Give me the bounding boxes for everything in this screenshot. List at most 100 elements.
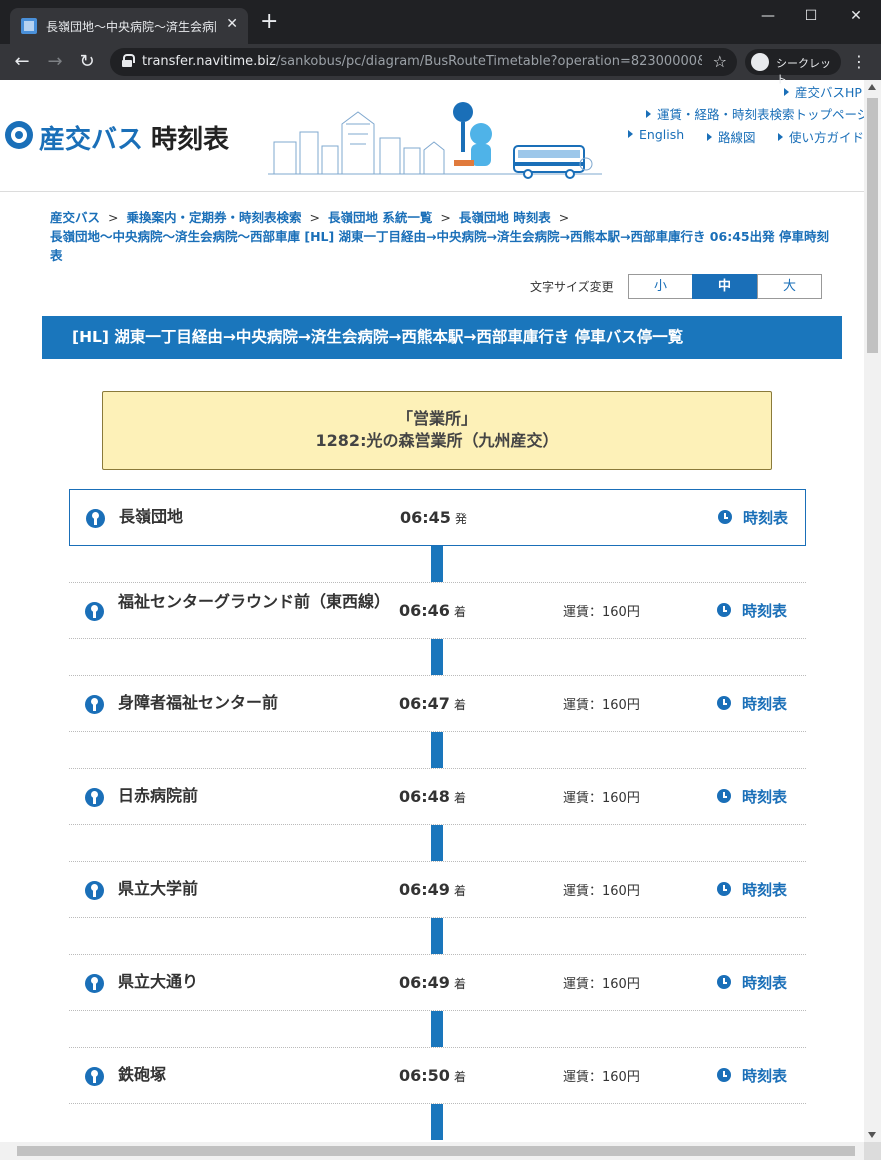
bus-stop-info-icon[interactable] <box>85 695 104 714</box>
stop-fare: 運賃：160円 <box>563 1070 640 1085</box>
site-favicon-icon <box>21 18 37 34</box>
browser-titlebar: 長嶺団地〜中央病院〜済生会病院 ✕ + — ☐ ✕ <box>0 0 881 44</box>
route-connector <box>431 825 443 861</box>
sanko-logo-icon <box>5 121 33 149</box>
breadcrumb-separator-icon: > <box>309 210 320 225</box>
stop-fare: 運賃：160円 <box>563 605 640 620</box>
font-size-medium-button[interactable]: 中 <box>692 274 757 299</box>
bus-stop-info-icon[interactable] <box>85 788 104 807</box>
stop-row: 県立大通り 06:49 着 運賃：160円 時刻表 <box>69 954 806 1011</box>
bookmark-star-icon[interactable]: ☆ <box>713 52 727 71</box>
font-size-switch: 文字サイズ変更 小 中 大 <box>530 274 822 300</box>
stop-name[interactable]: 県立大通り <box>118 972 388 992</box>
header-links: 産交バスHP 運賃・経路・時刻表検索トップページ English 路線図 使い方… <box>600 82 864 162</box>
clock-icon <box>717 975 731 989</box>
clock-icon <box>717 603 731 617</box>
back-arrow-icon[interactable]: ← <box>10 50 34 74</box>
bus-stop-info-icon[interactable] <box>85 602 104 621</box>
breadcrumb-current: 長嶺団地〜中央病院〜済生会病院〜西部車庫 [HL] 湖東一丁目経由→中央病院→済… <box>50 229 829 263</box>
stop-row: 福祉センターグラウンド前（東西線） 06:46 着 運賃：160円 時刻表 <box>69 582 806 639</box>
link-guide[interactable]: 使い方ガイド <box>778 127 864 146</box>
font-size-small-button[interactable]: 小 <box>628 274 693 299</box>
stop-row: 長嶺団地 06:45 発 時刻表 <box>69 489 806 546</box>
stop-time: 06:46 着 <box>399 601 466 620</box>
browser-toolbar: ← → ↻ transfer.navitime.biz/sankobus/pc/… <box>0 44 881 86</box>
route-connector <box>431 639 443 675</box>
browser-tab[interactable]: 長嶺団地〜中央病院〜済生会病院 ✕ <box>10 8 248 44</box>
breadcrumb-item-search[interactable]: 乗換案内・定期券・時刻表検索 <box>127 210 302 225</box>
bus-stop-info-icon[interactable] <box>85 974 104 993</box>
link-sanko-hp[interactable]: 産交バスHP <box>784 82 862 101</box>
reload-icon[interactable]: ↻ <box>75 50 99 74</box>
browser-menu-icon[interactable]: ⋮ <box>851 50 867 74</box>
stop-row: 身障者福祉センター前 06:47 着 運賃：160円 時刻表 <box>69 675 806 732</box>
bus-stop-info-icon[interactable] <box>85 881 104 900</box>
incognito-indicator[interactable]: シークレット <box>745 49 841 86</box>
stop-name[interactable]: 長嶺団地 <box>119 507 389 527</box>
minimize-icon[interactable]: — <box>758 6 778 26</box>
stop-fare: 運賃：160円 <box>563 977 640 992</box>
breadcrumb-item-sanko[interactable]: 産交バス <box>50 210 100 225</box>
vertical-scrollbar[interactable] <box>864 80 881 1142</box>
breadcrumb-separator-icon: > <box>440 210 451 225</box>
clock-icon <box>717 789 731 803</box>
route-heading: [HL] 湖東一丁目経由→中央病院→済生会病院→西熊本駅→西部車庫行き 停車バス… <box>42 316 842 359</box>
stop-name[interactable]: 日赤病院前 <box>118 786 388 806</box>
office-name: 1282:光の森営業所（九州産交） <box>315 431 559 450</box>
stop-row: 日赤病院前 06:48 着 運賃：160円 時刻表 <box>69 768 806 825</box>
breadcrumb-separator-icon: > <box>108 210 119 225</box>
address-bar[interactable]: transfer.navitime.biz/sankobus/pc/diagra… <box>110 48 737 76</box>
bus-stop-info-icon[interactable] <box>85 1067 104 1086</box>
stop-time: 06:49 着 <box>399 880 466 899</box>
stop-time: 06:45 発 <box>400 508 467 527</box>
city-bus-illustration <box>268 102 602 179</box>
stop-name[interactable]: 鉄砲塚 <box>118 1065 388 1085</box>
vertical-scroll-thumb[interactable] <box>867 98 878 353</box>
stop-fare: 運賃：160円 <box>563 791 640 806</box>
stop-list: 長嶺団地 06:45 発 時刻表 福祉センターグラウンド前（東西線） 06:46 着… <box>69 489 806 1142</box>
link-search-top[interactable]: 運賃・経路・時刻表検索トップページ <box>646 104 864 123</box>
stop-fare: 運賃：160円 <box>563 698 640 713</box>
window-close-icon[interactable]: ✕ <box>846 6 866 26</box>
clock-icon <box>717 882 731 896</box>
horizontal-scrollbar[interactable] <box>0 1142 864 1160</box>
maximize-icon[interactable]: ☐ <box>801 6 821 26</box>
page-viewport: 産交バス 時刻表 産交バスHP 運賃・経路・時刻表検索トップページ Englis… <box>0 80 881 1160</box>
scroll-up-arrow-icon[interactable] <box>868 84 876 90</box>
logo-suffix-text: 時刻表 <box>151 125 230 155</box>
breadcrumb-item-timetable[interactable]: 長嶺団地 時刻表 <box>459 210 551 225</box>
logo-brand-text: 産交バス <box>39 125 144 155</box>
stop-time: 06:48 着 <box>399 787 466 806</box>
font-size-large-button[interactable]: 大 <box>757 274 822 299</box>
breadcrumb-item-route-list[interactable]: 長嶺団地 系統一覧 <box>328 210 432 225</box>
stop-name[interactable]: 県立大学前 <box>118 879 388 899</box>
stop-time: 06:47 着 <box>399 694 466 713</box>
route-connector <box>431 546 443 582</box>
breadcrumb: 産交バス > 乗換案内・定期券・時刻表検索 > 長嶺団地 系統一覧 > 長嶺団地 時刻表 > 長… <box>50 208 830 265</box>
link-english[interactable]: English <box>628 127 684 142</box>
tab-close-icon[interactable]: ✕ <box>226 16 238 32</box>
stop-time: 06:49 着 <box>399 973 466 992</box>
scroll-down-arrow-icon[interactable] <box>868 1132 876 1138</box>
site-header: 産交バス 時刻表 産交バスHP 運賃・経路・時刻表検索トップページ Englis… <box>0 80 864 192</box>
url-text: transfer.navitime.biz/sankobus/pc/diagra… <box>142 54 702 69</box>
page-content: 産交バス 時刻表 産交バスHP 運賃・経路・時刻表検索トップページ Englis… <box>0 80 864 1142</box>
stop-name[interactable]: 身障者福祉センター前 <box>118 693 388 713</box>
route-connector <box>431 732 443 768</box>
clock-icon <box>718 510 732 524</box>
route-connector <box>431 1104 443 1140</box>
stop-row: 鉄砲塚 06:50 着 運賃：160円 時刻表 <box>69 1047 806 1104</box>
bus-stop-info-icon[interactable] <box>86 509 105 528</box>
stop-fare: 運賃：160円 <box>563 884 640 899</box>
office-box: 「営業所」 1282:光の森営業所（九州産交） <box>102 391 772 470</box>
new-tab-button[interactable]: + <box>260 11 278 33</box>
forward-arrow-icon[interactable]: → <box>43 50 67 74</box>
stop-time: 06:50 着 <box>399 1066 466 1085</box>
horizontal-scroll-thumb[interactable] <box>17 1146 855 1156</box>
stop-name[interactable]: 福祉センターグラウンド前（東西線） <box>118 592 390 612</box>
incognito-icon <box>751 53 769 71</box>
link-route-map[interactable]: 路線図 <box>707 127 756 146</box>
clock-icon <box>717 1068 731 1082</box>
lock-icon <box>122 54 135 67</box>
clock-icon <box>717 696 731 710</box>
